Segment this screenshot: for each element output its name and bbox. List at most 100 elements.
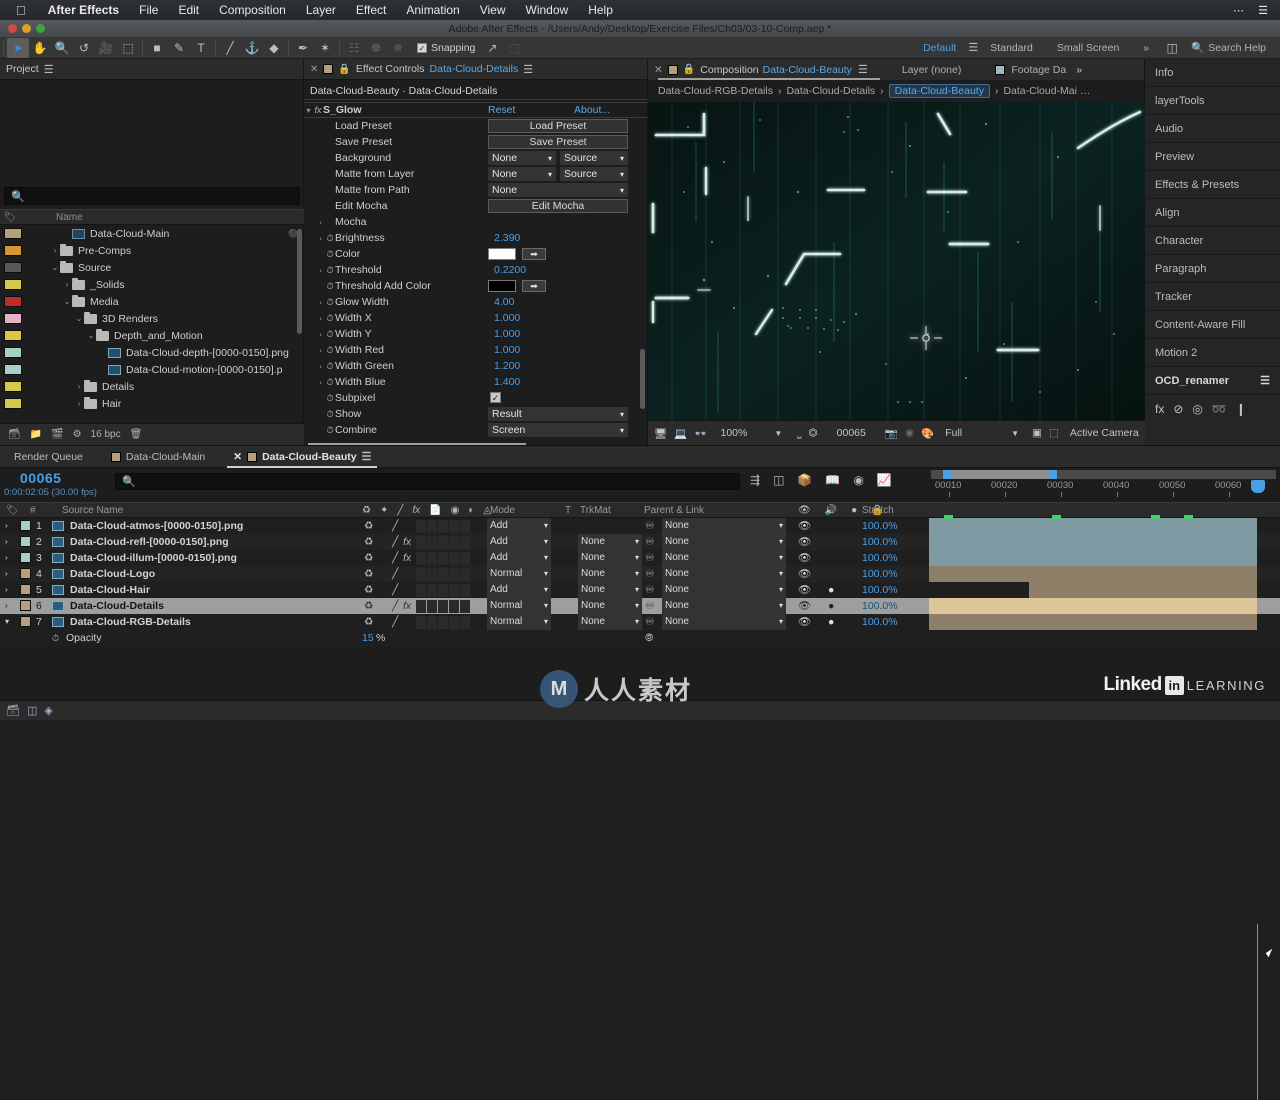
work-area-fill[interactable]: [943, 470, 1056, 479]
param-value[interactable]: 1.200: [494, 360, 520, 372]
roto-brush-tool[interactable]: ✒: [292, 38, 314, 58]
layer-video-eye-icon[interactable]: 👁: [798, 614, 811, 630]
workspace-default[interactable]: Default: [911, 37, 968, 59]
param-dropdown-source[interactable]: Source ▾: [560, 167, 628, 181]
label-color-swatch[interactable]: [4, 262, 22, 273]
layer-mode-dropdown[interactable]: Add ▾: [487, 518, 551, 534]
layer-audio-icon[interactable]: ♻: [364, 598, 373, 614]
layer-source-name[interactable]: Data-Cloud-refl-[0000-0150].png: [70, 534, 229, 550]
playhead-handle[interactable]: [1251, 480, 1265, 493]
layer-video-eye-icon[interactable]: 👁: [798, 566, 811, 582]
layer-audio-icon[interactable]: ♻: [364, 518, 373, 534]
lock-icon[interactable]: 🔒: [338, 64, 350, 75]
layer-switch-cell[interactable]: [449, 567, 459, 581]
layer-stretch-value[interactable]: 100.0%: [862, 566, 898, 582]
search-help-field[interactable]: 🔍 Search Help: [1183, 41, 1274, 55]
layer-switches-icon[interactable]: ◫: [27, 704, 37, 717]
chevron-right-icon[interactable]: ›: [50, 246, 60, 255]
shape-tool[interactable]: ■: [146, 38, 168, 58]
composition-viewer[interactable]: [648, 102, 1145, 420]
keyframe-marker[interactable]: [1151, 515, 1160, 519]
layer-fx-icon[interactable]: fx: [403, 598, 411, 614]
mask-icon[interactable]: ▣: [1032, 427, 1042, 439]
param-row-combine[interactable]: ⏱ Combine Screen ▾: [304, 422, 648, 438]
layer-color-swatch[interactable]: [20, 600, 31, 611]
chevron-down-icon[interactable]: ⌄: [62, 297, 72, 306]
chevron-right-icon[interactable]: ›: [316, 346, 325, 355]
parent-pickwhip-icon[interactable]: ♾: [645, 550, 654, 566]
chevron-right-icon[interactable]: ›: [316, 362, 325, 371]
effect-controls-scrollbar[interactable]: [640, 349, 645, 409]
param-value[interactable]: 0.2200: [494, 264, 526, 276]
layer-switch-cell[interactable]: [449, 615, 459, 629]
layer-color-swatch[interactable]: [20, 536, 31, 547]
param-row-subpixel[interactable]: ⏱ Subpixel ✓: [304, 390, 648, 406]
stopwatch-icon[interactable]: ⏱: [325, 329, 335, 340]
project-tree-item[interactable]: ⌄ Depth_and_Motion: [0, 327, 304, 344]
puppet-starch-tool[interactable]: ☸: [365, 38, 387, 58]
dock-panel-motion-2[interactable]: Motion 2: [1145, 339, 1280, 367]
layer-stretch-value[interactable]: 100.0%: [862, 598, 898, 614]
work-area-start-handle[interactable]: [943, 470, 951, 479]
layer-video-eye-icon[interactable]: 👁: [798, 518, 811, 534]
layer-switch-cell[interactable]: [427, 615, 437, 629]
param-button[interactable]: Load Preset: [488, 119, 628, 133]
layer-switch-cell[interactable]: [449, 519, 459, 533]
project-tree-item[interactable]: › Details: [0, 378, 304, 395]
layer-mode-dropdown[interactable]: Normal ▾: [487, 598, 551, 614]
close-icon[interactable]: ✕: [233, 451, 242, 463]
layer-audio-icon[interactable]: ♻: [364, 566, 373, 582]
layer-duration-bar[interactable]: [929, 518, 1257, 534]
tab-data-cloud-beauty[interactable]: ✕ Data-Cloud-Beauty ☰: [219, 446, 385, 468]
layer-switch-cell[interactable]: [416, 599, 426, 613]
tab-render-queue[interactable]: Render Queue: [0, 446, 97, 468]
layer-switch-cell[interactable]: [427, 583, 437, 597]
layer-solo-icon[interactable]: ●: [828, 598, 834, 614]
chevron-down-icon[interactable]: ⌄: [50, 263, 60, 272]
layer-source-name[interactable]: Data-Cloud-illum-[0000-0150].png: [70, 550, 237, 566]
layer-lock-icon[interactable]: ╱: [392, 534, 398, 550]
layer-audio-icon[interactable]: ♻: [364, 550, 373, 566]
layer-switch-cell[interactable]: [449, 599, 459, 613]
layer-duration-bar[interactable]: [929, 566, 1257, 582]
reset-button[interactable]: Reset: [488, 104, 515, 116]
stopwatch-icon[interactable]: ⏱: [325, 425, 335, 436]
chevron-right-icon[interactable]: ›: [5, 518, 8, 534]
camera-tool[interactable]: 🎥: [95, 38, 117, 58]
dock-panel-audio[interactable]: Audio: [1145, 115, 1280, 143]
chevron-down-icon[interactable]: ▼: [774, 429, 782, 438]
3d-renderer-icon[interactable]: ◫: [773, 473, 784, 487]
layer-switch-cell[interactable]: [416, 535, 426, 549]
layer-stretch-value[interactable]: 100.0%: [862, 582, 898, 598]
project-settings-icon[interactable]: ⚙: [73, 429, 82, 440]
mask-icon[interactable]: ⊘: [1173, 402, 1183, 416]
layer-duration-bar[interactable]: [1029, 582, 1257, 598]
layer-parent-dropdown[interactable]: None ▾: [662, 518, 786, 534]
param-value[interactable]: 1.000: [494, 344, 520, 356]
project-tree-item[interactable]: ⌄ Source: [0, 259, 304, 276]
breadcrumb-beauty[interactable]: Data-Cloud-Beauty: [888, 84, 990, 98]
layer-parent-dropdown[interactable]: None ▾: [662, 598, 786, 614]
layer-audio-icon[interactable]: ♻: [364, 582, 373, 598]
layer-switch-cell[interactable]: [438, 583, 448, 597]
layer-switch-cell[interactable]: [449, 583, 459, 597]
menu-item-edit[interactable]: Edit: [168, 0, 209, 20]
keyframe-marker[interactable]: [944, 515, 953, 519]
stopwatch-icon[interactable]: ⏱: [325, 313, 335, 324]
stopwatch-icon[interactable]: ⏱: [325, 393, 335, 404]
show-snapshot-icon[interactable]: ◉: [905, 427, 914, 439]
pen-tool[interactable]: ✎: [168, 38, 190, 58]
menu-item-composition[interactable]: Composition: [209, 0, 296, 20]
param-row-width-x[interactable]: › ⏱ Width X 1.000: [304, 310, 648, 326]
zoom-level-value[interactable]: 100%: [721, 427, 748, 439]
workspace-menu-icon[interactable]: ☰: [968, 41, 978, 54]
close-icon[interactable]: ✕: [310, 64, 318, 75]
param-value[interactable]: 2.390: [494, 232, 520, 244]
dock-panel-align[interactable]: Align: [1145, 199, 1280, 227]
stopwatch-icon[interactable]: ⏱: [325, 297, 335, 308]
dock-panel-preview[interactable]: Preview: [1145, 143, 1280, 171]
parent-pickwhip-icon[interactable]: ♾: [645, 518, 654, 534]
chevron-right-icon[interactable]: ›: [5, 566, 8, 582]
param-dropdown[interactable]: None ▾: [488, 183, 628, 197]
layer-color-swatch[interactable]: [20, 568, 31, 579]
